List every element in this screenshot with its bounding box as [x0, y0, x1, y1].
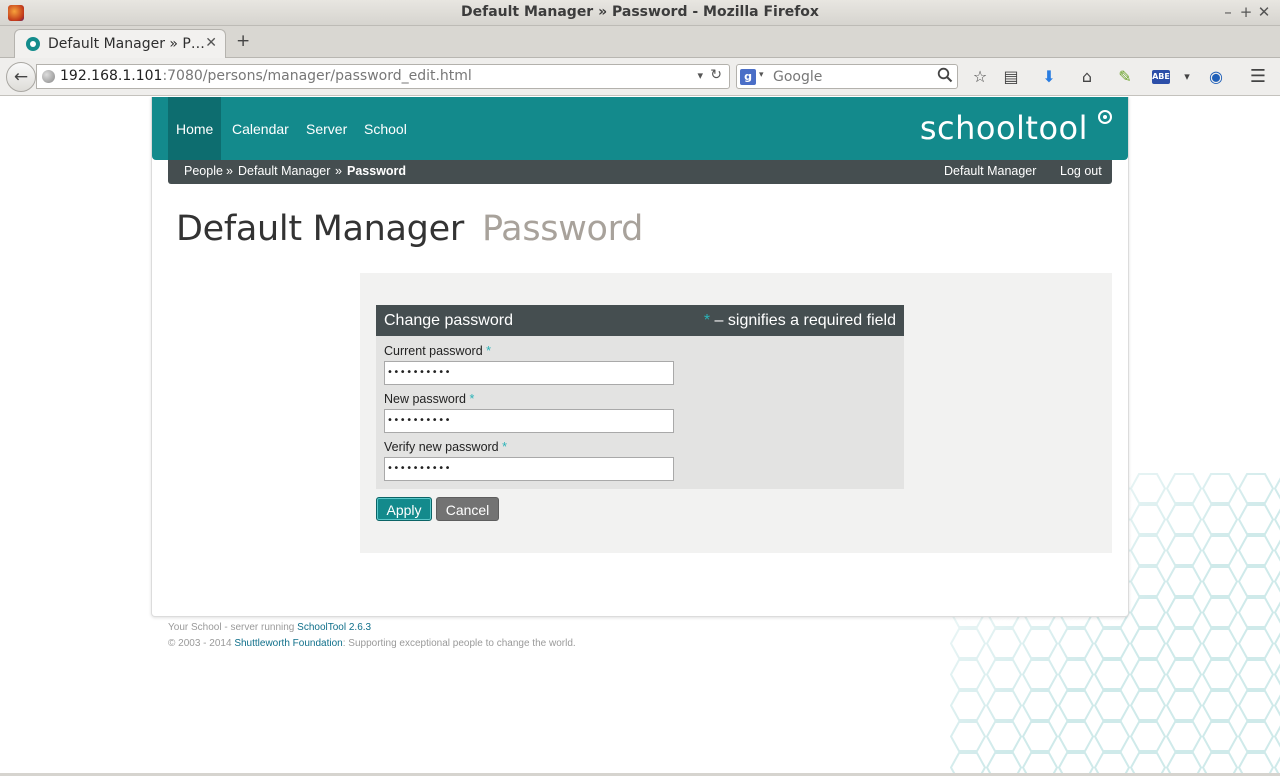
schooltool-version-link[interactable]: SchoolTool 2.6.3	[297, 622, 371, 633]
home-icon[interactable]: ⌂	[1076, 66, 1098, 88]
footer-tagline: : Supporting exceptional people to chang…	[342, 638, 576, 649]
close-window-button[interactable]: ✕	[1256, 3, 1272, 21]
back-button[interactable]: ←	[6, 62, 36, 92]
url-text[interactable]: 192.168.1.101:7080/persons/manager/passw…	[60, 68, 472, 84]
page-title-sub: Password	[481, 209, 644, 249]
footer-server-line: Your School - server running SchoolTool …	[168, 622, 371, 633]
abe-addon-icon[interactable]: ABE	[1152, 70, 1170, 84]
change-password-fieldset: Change password * – signifies a required…	[376, 305, 904, 489]
shuttleworth-foundation-link[interactable]: Shuttleworth Foundation	[234, 638, 342, 649]
leaf-addon-icon[interactable]: ✎	[1114, 66, 1136, 88]
schooltool-logo-icon	[1098, 110, 1112, 124]
verify-password-input[interactable]: ••••••••••	[384, 457, 674, 481]
hamburger-menu-icon[interactable]: ☰	[1247, 66, 1269, 88]
window-title: Default Manager » Password - Mozilla Fir…	[461, 4, 819, 20]
user-name-link[interactable]: Default Manager	[944, 164, 1036, 178]
current-password-label: Current password *	[384, 344, 491, 358]
window-titlebar: Default Manager » Password - Mozilla Fir…	[0, 0, 1280, 26]
google-search-engine-icon[interactable]: g	[740, 69, 756, 85]
breadcrumb-bar: People » Default Manager » Password Defa…	[168, 160, 1112, 184]
cancel-button[interactable]: Cancel	[436, 497, 499, 521]
nav-calendar[interactable]: Calendar	[224, 97, 297, 160]
downloads-icon[interactable]: ⬇	[1038, 66, 1060, 88]
required-field-note: * – signifies a required field	[704, 312, 896, 330]
footer-server-text: Your School - server running	[168, 622, 298, 633]
page-viewport: Home Calendar Server School schooltool P…	[0, 97, 1280, 773]
required-star: *	[486, 344, 492, 358]
field-label-text: New password	[384, 392, 466, 406]
fieldset-legend: Change password * – signifies a required…	[376, 305, 904, 336]
field-label-text: Current password	[384, 344, 483, 358]
nav-home[interactable]: Home	[168, 97, 222, 160]
required-star: *	[469, 392, 475, 406]
logout-link[interactable]: Log out	[1060, 164, 1102, 178]
url-bar[interactable]: 192.168.1.101:7080/persons/manager/passw…	[36, 64, 730, 89]
new-password-input[interactable]: ••••••••••	[384, 409, 674, 433]
tab-close-icon[interactable]: ✕	[205, 35, 217, 51]
legend-title: Change password	[384, 312, 513, 329]
site-header: Home Calendar Server School schooltool	[152, 97, 1128, 160]
new-tab-button[interactable]: +	[236, 31, 250, 51]
form-panel: Change password * – signifies a required…	[360, 273, 1112, 553]
schooltool-favicon-icon	[26, 37, 40, 51]
bookmark-star-icon[interactable]: ☆	[969, 66, 991, 88]
site-identity-icon[interactable]	[42, 70, 55, 83]
page-title: Default Manager Password	[176, 209, 643, 249]
required-star: *	[502, 440, 507, 454]
navigation-toolbar: 192.168.1.101:7080/persons/manager/passw…	[0, 58, 1280, 96]
verify-password-label: Verify new password *	[384, 440, 507, 454]
maximize-button[interactable]: +	[1238, 3, 1254, 21]
required-note-text: – signifies a required field	[710, 312, 896, 329]
nav-server[interactable]: Server	[298, 97, 355, 160]
minimize-button[interactable]: –	[1220, 3, 1236, 21]
reload-icon[interactable]: ↻	[710, 67, 722, 83]
tab-default-manager-password[interactable]: Default Manager » P… ✕	[14, 29, 226, 58]
schooltool-logo[interactable]: schooltool	[920, 109, 1088, 147]
url-host: 192.168.1.101	[60, 68, 163, 84]
footer-copyright-line: © 2003 - 2014 Shuttleworth Foundation: S…	[168, 638, 576, 649]
url-path: :7080/persons/manager/password_edit.html	[162, 68, 472, 84]
search-icon[interactable]	[937, 67, 953, 87]
footer-copyright-text: © 2003 - 2014	[168, 638, 235, 649]
bookmarks-menu-icon[interactable]: ▤	[1000, 66, 1022, 88]
tab-label: Default Manager » P…	[48, 36, 205, 52]
search-bar[interactable]: g ▾ Google	[736, 64, 958, 89]
current-password-input[interactable]: ••••••••••	[384, 361, 674, 385]
sync-addon-icon[interactable]: ◉	[1205, 66, 1227, 88]
page-title-main: Default Manager	[176, 209, 464, 249]
search-engine-dropdown-icon[interactable]: ▾	[759, 70, 764, 80]
breadcrumb-people[interactable]: People	[184, 164, 223, 178]
nav-school[interactable]: School	[356, 97, 415, 160]
search-placeholder[interactable]: Google	[773, 69, 822, 85]
breadcrumb-separator: »	[335, 164, 342, 178]
url-history-dropdown-icon[interactable]: ▾	[697, 69, 703, 82]
breadcrumb-separator: »	[226, 164, 233, 178]
addon-dropdown-icon[interactable]: ▾	[1176, 66, 1198, 88]
field-label-text: Verify new password	[384, 440, 499, 454]
breadcrumb-default-manager[interactable]: Default Manager	[238, 164, 330, 178]
apply-button[interactable]: Apply	[376, 497, 432, 521]
breadcrumb-password: Password	[347, 164, 407, 178]
new-password-label: New password *	[384, 392, 474, 406]
tab-strip: Default Manager » P… ✕	[0, 26, 1280, 58]
